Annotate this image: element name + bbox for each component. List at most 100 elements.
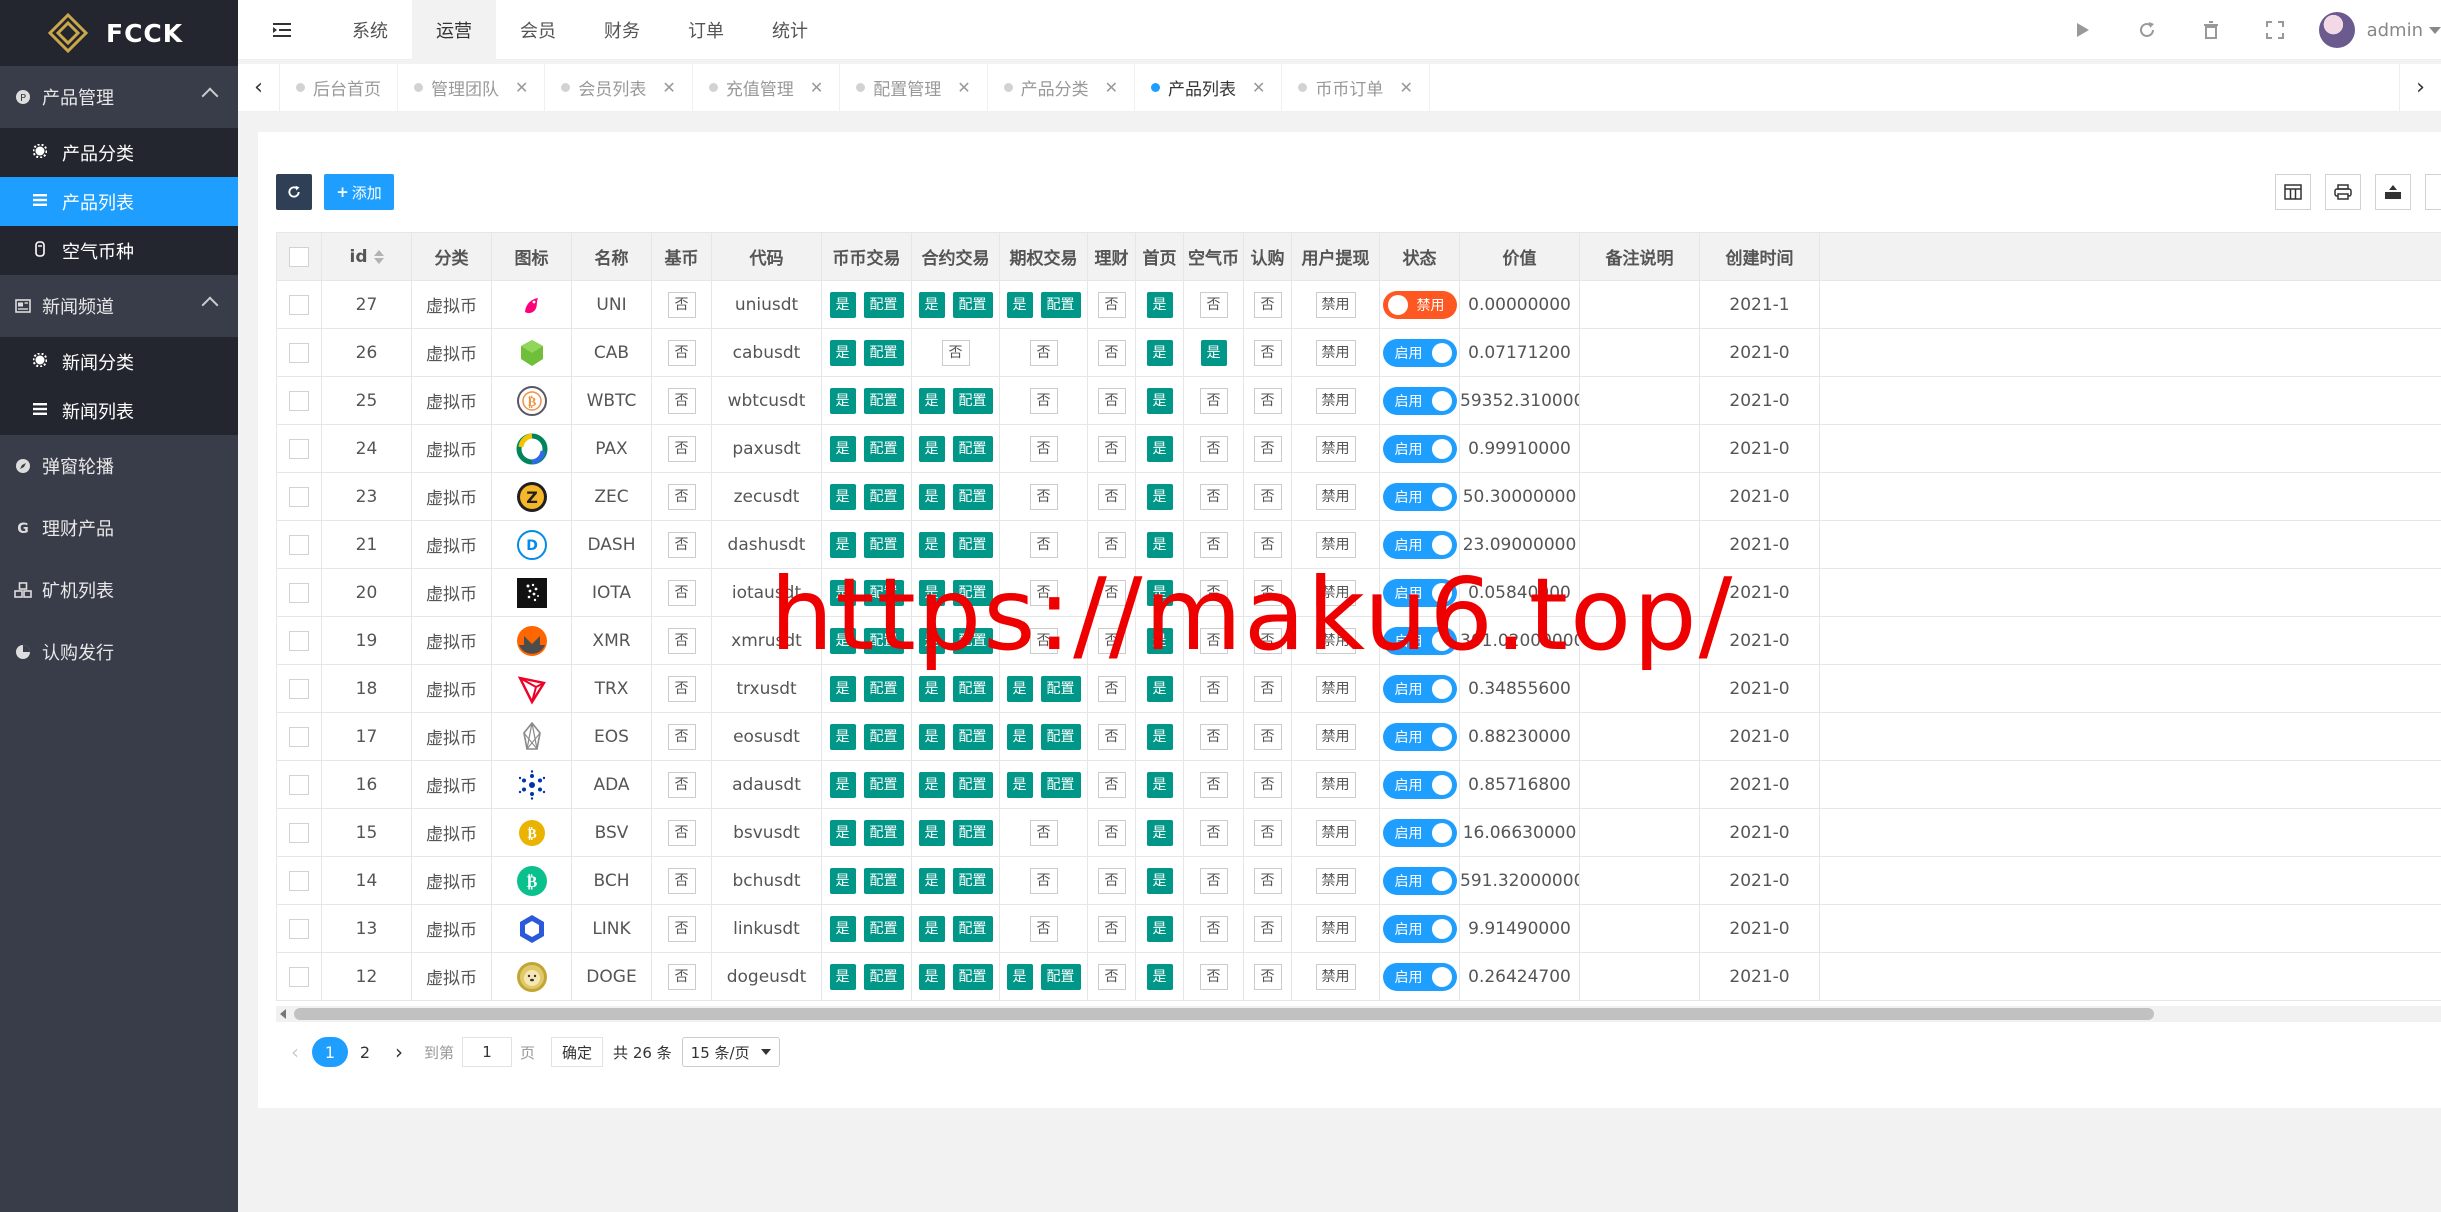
- base-no-badge[interactable]: 否: [667, 387, 696, 414]
- close-icon[interactable]: ✕: [1399, 78, 1412, 97]
- select-all-checkbox[interactable]: [289, 246, 309, 267]
- cell-home[interactable]: 是: [1135, 952, 1184, 1001]
- cell-subscribe[interactable]: 否: [1243, 376, 1292, 425]
- cell-spot[interactable]: 是配置: [821, 808, 912, 857]
- table-refresh-button[interactable]: [276, 174, 312, 210]
- cell-withdraw[interactable]: 禁用: [1291, 376, 1380, 425]
- top-menu-item-1[interactable]: 运营: [412, 0, 496, 60]
- cell-contract[interactable]: 否: [911, 328, 1000, 377]
- withdraw-disable-button[interactable]: 禁用: [1315, 771, 1356, 798]
- status-switch[interactable]: 启用: [1382, 578, 1457, 607]
- row-select-cell[interactable]: [276, 904, 322, 953]
- contract-yes-badge[interactable]: 是: [918, 963, 945, 990]
- cell-subscribe[interactable]: 否: [1243, 760, 1292, 809]
- spot-yes-badge[interactable]: 是: [829, 627, 856, 654]
- air-no-badge[interactable]: 否: [1199, 579, 1228, 606]
- close-icon[interactable]: ✕: [515, 78, 528, 97]
- base-no-badge[interactable]: 否: [667, 675, 696, 702]
- status-switch[interactable]: 启用: [1382, 482, 1457, 511]
- sidebar-item-1-1[interactable]: 新闻列表: [0, 386, 238, 435]
- cell-status[interactable]: 启用: [1379, 856, 1460, 905]
- cell-finance[interactable]: 否: [1087, 472, 1136, 521]
- cell-subscribe[interactable]: 否: [1243, 664, 1292, 713]
- cell-base[interactable]: 否: [651, 664, 712, 713]
- status-switch[interactable]: 启用: [1382, 914, 1457, 943]
- cell-option[interactable]: 是配置: [999, 664, 1088, 713]
- spot-config-button[interactable]: 配置: [863, 483, 904, 510]
- cell-withdraw[interactable]: 禁用: [1291, 808, 1380, 857]
- spot-config-button[interactable]: 配置: [863, 723, 904, 750]
- base-no-badge[interactable]: 否: [667, 627, 696, 654]
- cell-withdraw[interactable]: 禁用: [1291, 328, 1380, 377]
- subscribe-no-badge[interactable]: 否: [1253, 387, 1282, 414]
- contract-config-button[interactable]: 配置: [952, 867, 993, 894]
- cell-status[interactable]: 启用: [1379, 424, 1460, 473]
- base-no-badge[interactable]: 否: [667, 483, 696, 510]
- cell-spot[interactable]: 是配置: [821, 952, 912, 1001]
- cell-withdraw[interactable]: 禁用: [1291, 424, 1380, 473]
- base-no-badge[interactable]: 否: [667, 723, 696, 750]
- air-no-badge[interactable]: 否: [1199, 435, 1228, 462]
- contract-yes-badge[interactable]: 是: [918, 483, 945, 510]
- cell-spot[interactable]: 是配置: [821, 760, 912, 809]
- close-icon[interactable]: ✕: [810, 78, 823, 97]
- cell-contract[interactable]: 是配置: [911, 856, 1000, 905]
- spot-config-button[interactable]: 配置: [863, 291, 904, 318]
- cell-base[interactable]: 否: [651, 328, 712, 377]
- add-button[interactable]: + 添加: [324, 174, 394, 210]
- cell-finance[interactable]: 否: [1087, 424, 1136, 473]
- cell-contract[interactable]: 是配置: [911, 472, 1000, 521]
- spot-yes-badge[interactable]: 是: [829, 531, 856, 558]
- air-no-badge[interactable]: 否: [1199, 387, 1228, 414]
- subscribe-no-badge[interactable]: 否: [1253, 435, 1282, 462]
- cell-withdraw[interactable]: 禁用: [1291, 904, 1380, 953]
- option-config-button[interactable]: 配置: [1040, 723, 1081, 750]
- status-switch[interactable]: 启用: [1382, 338, 1457, 367]
- top-menu-item-4[interactable]: 订单: [664, 0, 748, 60]
- spot-yes-badge[interactable]: 是: [829, 483, 856, 510]
- status-switch[interactable]: 启用: [1382, 626, 1457, 655]
- spot-yes-badge[interactable]: 是: [829, 963, 856, 990]
- spot-yes-badge[interactable]: 是: [829, 867, 856, 894]
- option-no-badge[interactable]: 否: [1029, 627, 1058, 654]
- home-yes-badge[interactable]: 是: [1146, 291, 1173, 318]
- contract-yes-badge[interactable]: 是: [918, 291, 945, 318]
- finance-no-badge[interactable]: 否: [1097, 531, 1126, 558]
- tab-6[interactable]: 产品列表 ✕: [1135, 63, 1283, 112]
- cell-status[interactable]: 启用: [1379, 712, 1460, 761]
- base-no-badge[interactable]: 否: [667, 291, 696, 318]
- spot-config-button[interactable]: 配置: [863, 435, 904, 462]
- finance-no-badge[interactable]: 否: [1097, 675, 1126, 702]
- spot-config-button[interactable]: 配置: [863, 339, 904, 366]
- contract-config-button[interactable]: 配置: [952, 627, 993, 654]
- home-yes-badge[interactable]: 是: [1146, 435, 1173, 462]
- spot-config-button[interactable]: 配置: [863, 867, 904, 894]
- finance-no-badge[interactable]: 否: [1097, 963, 1126, 990]
- cell-finance[interactable]: 否: [1087, 856, 1136, 905]
- table-row[interactable]: 15 虚拟币 ₿ BSV 否 bsvusdt 是配置是配置否否是否否禁用 启用 16.06630…: [276, 808, 2441, 857]
- spot-yes-badge[interactable]: 是: [829, 723, 856, 750]
- table-row[interactable]: 24 虚拟币 PAX 否 paxusdt 是配置是配置否否是否否禁用 启用 0.9991000…: [276, 424, 2441, 473]
- cell-finance[interactable]: 否: [1087, 952, 1136, 1001]
- row-checkbox[interactable]: [289, 438, 309, 459]
- cell-home[interactable]: 是: [1135, 808, 1184, 857]
- cell-air[interactable]: 否: [1183, 808, 1244, 857]
- cell-subscribe[interactable]: 否: [1243, 472, 1292, 521]
- finance-no-badge[interactable]: 否: [1097, 915, 1126, 942]
- cell-air[interactable]: 否: [1183, 664, 1244, 713]
- option-no-badge[interactable]: 否: [1029, 483, 1058, 510]
- cell-base[interactable]: 否: [651, 568, 712, 617]
- option-no-badge[interactable]: 否: [1029, 339, 1058, 366]
- contract-config-button[interactable]: 配置: [952, 819, 993, 846]
- cell-air[interactable]: 是: [1183, 328, 1244, 377]
- cell-status[interactable]: 启用: [1379, 472, 1460, 521]
- cell-finance[interactable]: 否: [1087, 568, 1136, 617]
- tabs-scroll-left[interactable]: ‹: [238, 63, 280, 112]
- cell-home[interactable]: 是: [1135, 472, 1184, 521]
- tab-1[interactable]: 管理团队 ✕: [398, 63, 546, 112]
- option-no-badge[interactable]: 否: [1029, 387, 1058, 414]
- cell-finance[interactable]: 否: [1087, 328, 1136, 377]
- home-yes-badge[interactable]: 是: [1146, 963, 1173, 990]
- print-button[interactable]: [2325, 174, 2361, 210]
- finance-no-badge[interactable]: 否: [1097, 579, 1126, 606]
